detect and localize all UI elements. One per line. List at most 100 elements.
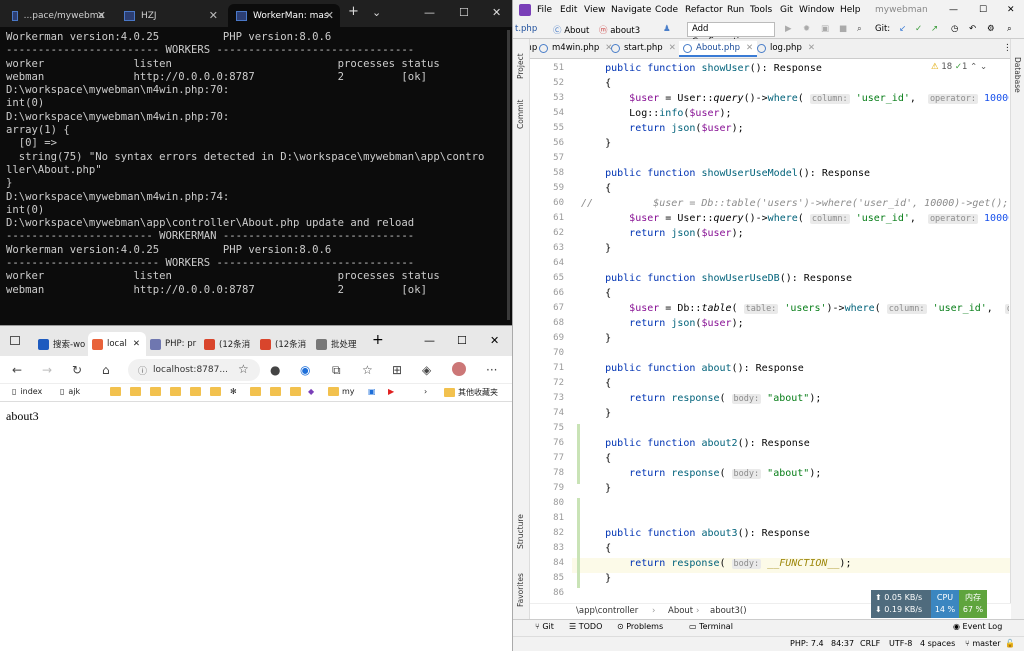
close-button[interactable]: ✕ — [490, 334, 499, 347]
caret-position[interactable]: 84:37 — [831, 639, 854, 648]
bookmark-folder[interactable] — [170, 387, 184, 396]
todo-tool-button[interactable]: ☰ TODO — [569, 622, 602, 631]
maximize-button[interactable]: ☐ — [979, 5, 987, 15]
code-line[interactable]: public function about(): Response — [581, 361, 804, 376]
extension-icon[interactable]: ● — [270, 363, 280, 377]
terminal-tool-button[interactable]: ▭ Terminal — [689, 622, 733, 631]
file-tab-active[interactable]: About.php ✕ — [679, 41, 758, 57]
dropdown-icon[interactable]: ⌄ — [372, 6, 381, 19]
inspection-widget[interactable]: ⚠ 18 ✓1 ⌃ ⌄ — [931, 62, 987, 72]
browser-tab-3[interactable]: (12条消 — [200, 332, 256, 356]
close-button[interactable]: ✕ — [1007, 5, 1015, 15]
coverage-icon[interactable]: ▣ — [821, 24, 829, 34]
browser-tab-4[interactable]: (12条消 — [256, 332, 312, 356]
breadcrumb-method[interactable]: about3() — [710, 606, 747, 616]
bookmark-folder[interactable] — [290, 387, 304, 396]
code-line[interactable]: } — [581, 406, 611, 421]
code-line[interactable]: public function about2(): Response — [581, 436, 810, 451]
maximize-button[interactable]: ☐ — [459, 6, 469, 19]
code-line[interactable]: } — [581, 481, 611, 496]
menu-window[interactable]: Window — [799, 5, 835, 15]
code-line[interactable]: { — [581, 376, 611, 391]
problems-tool-button[interactable]: ⊙ Problems — [617, 622, 663, 631]
nav-crumb-file[interactable]: t.php — [515, 24, 537, 34]
search-icon[interactable]: ⌕ — [857, 24, 862, 34]
bookmark-index[interactable]: ▯ index — [12, 387, 42, 396]
terminal-tab-0[interactable]: ...pace/mywebma ✕ — [4, 4, 112, 27]
close-icon[interactable]: ✕ — [746, 43, 753, 53]
minimize-button[interactable]: — — [949, 5, 958, 15]
bookmark-folder[interactable] — [110, 387, 124, 396]
breadcrumb-class[interactable]: About — [668, 606, 693, 616]
bookmark-tools[interactable]: ✻ — [230, 387, 237, 396]
code-line[interactable]: } — [581, 136, 611, 151]
run-configuration-select[interactable]: Add Configuration... — [687, 22, 775, 47]
settings-icon[interactable]: ⚙ — [987, 24, 995, 34]
back-icon[interactable]: ← — [12, 363, 22, 377]
code-line[interactable]: } — [581, 241, 611, 256]
user-icon[interactable]: ♟ — [663, 24, 671, 34]
bookmark-folder[interactable] — [190, 387, 204, 396]
git-update-icon[interactable]: ↙ — [899, 24, 906, 34]
code-line[interactable]: public function showUser(): Response — [581, 61, 822, 76]
git-push-icon[interactable]: ↗ — [931, 24, 938, 34]
run-icon[interactable]: ▶ — [785, 24, 792, 34]
menu-navigate[interactable]: Navigate — [611, 5, 651, 15]
bookmark-youtube[interactable]: ▶ — [388, 387, 394, 396]
structure-tool-button[interactable]: Structure — [516, 514, 525, 549]
php-version[interactable]: PHP: 7.4 — [790, 639, 824, 648]
terminal-tab-1[interactable]: HZJ ✕ — [116, 4, 224, 27]
tab-actions-icon[interactable] — [10, 336, 20, 345]
bookmark-my[interactable]: my — [328, 387, 355, 396]
code-line[interactable]: $user = User::query()->where( column: 'u… — [581, 91, 1009, 107]
close-icon[interactable]: ✕ — [669, 43, 676, 53]
new-tab-button[interactable]: + — [348, 4, 359, 19]
favorites-tool-button[interactable]: Favorites — [516, 573, 525, 607]
favorite-star-icon[interactable]: ☆ — [238, 362, 249, 376]
code-line[interactable]: { — [581, 76, 611, 91]
minimize-button[interactable]: — — [424, 6, 435, 19]
event-log-button[interactable]: ◉ Event Log — [953, 622, 1002, 631]
code-line[interactable]: return json($user); — [581, 121, 743, 136]
git-tool-button[interactable]: ⑂ Git — [535, 622, 554, 631]
bookmark-folder[interactable] — [270, 387, 284, 396]
file-tab[interactable]: m4win.php ✕ — [539, 43, 612, 53]
code-line[interactable]: public function showUserUseModel(): Resp… — [581, 166, 870, 181]
code-line[interactable]: } — [581, 571, 611, 586]
git-branch[interactable]: ⑂ master — [965, 639, 1001, 648]
extensions-icon[interactable]: ⧉ — [332, 363, 341, 378]
bookmarks-overflow-icon[interactable]: › — [424, 387, 427, 396]
code-line[interactable]: Log::info($user); — [581, 106, 731, 121]
code-line[interactable]: { — [581, 451, 611, 466]
project-tool-button[interactable]: Project — [516, 53, 525, 79]
bookmark-other-folder[interactable]: 其他收藏夹 — [444, 387, 498, 398]
code-line[interactable]: $user = User::query()->where( column: 'u… — [581, 211, 1009, 227]
menu-run[interactable]: Run — [727, 5, 744, 15]
menu-help[interactable]: Help — [840, 5, 861, 15]
favorites-icon[interactable]: ☆ — [362, 363, 373, 377]
code-line[interactable]: $user = Db::table( table: 'users')->wher… — [581, 301, 1009, 317]
close-icon[interactable]: ✕ — [133, 339, 140, 349]
menu-code[interactable]: Code — [655, 5, 678, 15]
chevron-down-icon[interactable]: ⌄ — [980, 62, 987, 72]
refresh-icon[interactable]: ↻ — [72, 363, 82, 377]
nav-crumb-class[interactable]: Ⓒ About — [553, 24, 589, 36]
close-icon[interactable]: ✕ — [97, 9, 106, 22]
close-icon[interactable]: ✕ — [325, 9, 334, 22]
menu-refactor[interactable]: Refactor — [685, 5, 723, 15]
browser-tab-2[interactable]: PHP: pr — [146, 332, 198, 356]
code-line[interactable]: return json($user); — [581, 316, 743, 331]
close-button[interactable]: ✕ — [492, 6, 501, 19]
browser-tab-1[interactable]: local ✕ — [88, 332, 146, 356]
home-icon[interactable]: ⌂ — [102, 363, 110, 377]
bookmark-folder[interactable] — [210, 387, 224, 396]
code-line[interactable]: return response( body: "about"); — [581, 391, 821, 407]
commit-tool-button[interactable]: Commit — [516, 100, 525, 129]
code-line[interactable]: { — [581, 541, 611, 556]
close-icon[interactable]: ✕ — [808, 43, 815, 53]
forward-icon[interactable]: → — [42, 363, 52, 377]
minimize-button[interactable]: — — [424, 334, 435, 347]
close-icon[interactable]: ✕ — [209, 9, 218, 22]
bookmark-folder[interactable] — [250, 387, 264, 396]
menu-edit[interactable]: Edit — [560, 5, 577, 15]
